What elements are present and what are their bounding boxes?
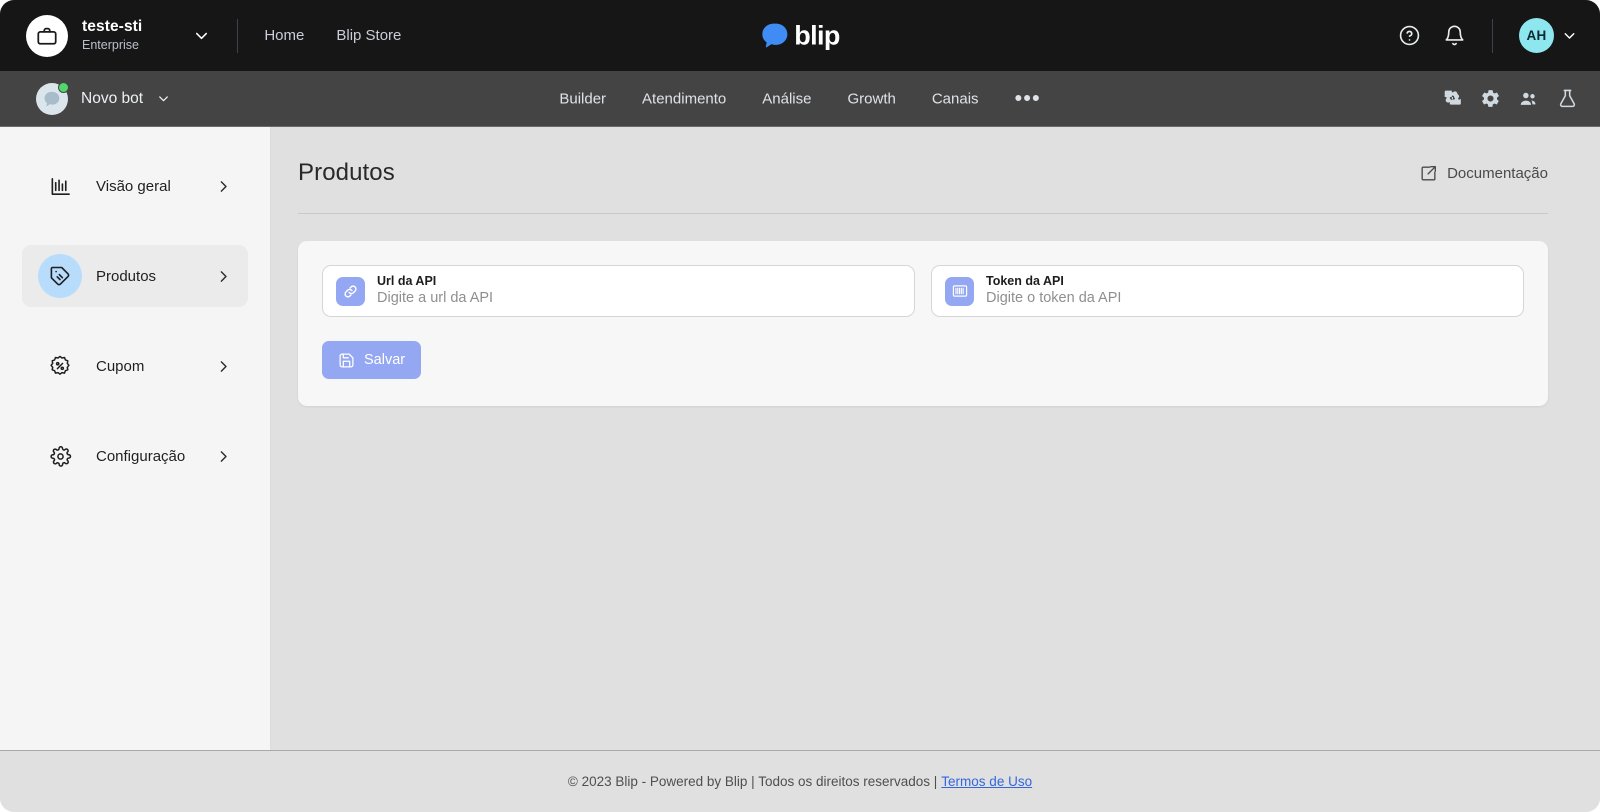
sidebar: Visão geral Produtos — [0, 127, 271, 750]
org-dropdown-caret[interactable] — [192, 26, 211, 45]
org-plan: Enterprise — [82, 38, 142, 52]
chevron-down-icon — [156, 91, 171, 106]
gear-settings-icon[interactable] — [1480, 88, 1501, 109]
chevron-right-icon — [215, 448, 232, 465]
avatar: AH — [1519, 18, 1554, 53]
main-content: Produtos Documentação — [271, 127, 1600, 750]
api-token-input[interactable]: Digite o token da API — [986, 290, 1121, 308]
header-actions: AH — [1398, 18, 1578, 53]
sidebar-item-label: Produtos — [96, 268, 215, 285]
organization-selector[interactable]: teste-sti Enterprise — [26, 15, 211, 57]
coupon-badge-percent-icon — [38, 344, 82, 388]
subnav-item-canais[interactable]: Canais — [932, 90, 979, 107]
help-icon[interactable] — [1398, 24, 1421, 47]
field-row: Url da API Digite a url da API — [322, 265, 1524, 317]
price-tag-icon — [38, 254, 82, 298]
api-token-texts: Token da API Digite o token da API — [986, 274, 1121, 308]
bot-nav-bar: Novo bot Builder Atendimento Análise Gro… — [0, 71, 1600, 127]
api-url-label: Url da API — [377, 274, 493, 289]
sidebar-item-produtos[interactable]: Produtos — [22, 245, 248, 307]
org-text: teste-sti Enterprise — [82, 18, 142, 52]
external-link-icon — [1419, 164, 1438, 183]
page-header: Produtos Documentação — [298, 159, 1548, 214]
save-button-label: Salvar — [364, 352, 405, 368]
link-icon — [336, 277, 365, 306]
api-url-input[interactable]: Digite a url da API — [377, 290, 493, 308]
notifications-bell-icon[interactable] — [1443, 24, 1466, 47]
header-divider — [237, 19, 238, 53]
header-divider-2 — [1492, 19, 1493, 53]
briefcase-icon — [36, 25, 58, 47]
chevron-right-icon — [215, 358, 232, 375]
subnav-item-atendimento[interactable]: Atendimento — [642, 90, 726, 107]
team-users-icon[interactable] — [1518, 88, 1540, 110]
barcode-icon — [945, 277, 974, 306]
documentation-link[interactable]: Documentação — [1419, 164, 1548, 183]
bot-selector[interactable]: Novo bot — [36, 83, 171, 115]
bot-online-indicator — [58, 82, 69, 93]
chevron-right-icon — [215, 178, 232, 195]
body: Visão geral Produtos — [0, 127, 1600, 750]
sidebar-item-label: Cupom — [96, 358, 215, 375]
footer: © 2023 Blip - Powered by Blip | Todos os… — [0, 750, 1600, 812]
sidebar-item-cupom[interactable]: Cupom — [22, 335, 248, 397]
sidebar-item-configuracao[interactable]: Configuração — [22, 425, 248, 487]
sidebar-item-label: Configuração — [96, 448, 215, 465]
api-url-field[interactable]: Url da API Digite a url da API — [322, 265, 915, 317]
bot-tools — [1442, 88, 1578, 110]
documentation-label: Documentação — [1447, 165, 1548, 182]
chevron-right-icon — [215, 268, 232, 285]
bot-avatar — [36, 83, 68, 115]
bot-nav-items: Builder Atendimento Análise Growth Canai… — [559, 90, 1040, 107]
sidebar-item-visao-geral[interactable]: Visão geral — [22, 155, 248, 217]
chevron-down-icon — [192, 26, 211, 45]
puzzle-extensions-icon[interactable] — [1442, 88, 1463, 109]
nav-link-home[interactable]: Home — [264, 27, 304, 44]
nav-link-blip-store[interactable]: Blip Store — [336, 27, 401, 44]
api-url-texts: Url da API Digite a url da API — [377, 274, 493, 308]
floppy-save-icon — [338, 352, 355, 369]
bot-name: Novo bot — [81, 90, 143, 108]
blip-bubble-logo — [44, 90, 61, 107]
org-avatar — [26, 15, 68, 57]
subnav-item-analise[interactable]: Análise — [762, 90, 811, 107]
app-window: teste-sti Enterprise Home Blip Store bli… — [0, 0, 1600, 812]
footer-text: © 2023 Blip - Powered by Blip | Todos os… — [568, 774, 937, 789]
blip-bubble-logo — [760, 21, 789, 50]
blip-logo[interactable]: blip — [760, 20, 840, 51]
api-token-label: Token da API — [986, 274, 1121, 289]
api-settings-card: Url da API Digite a url da API — [298, 241, 1548, 406]
bar-chart-icon — [38, 164, 82, 208]
sidebar-item-label: Visão geral — [96, 178, 215, 195]
lab-flask-icon[interactable] — [1557, 88, 1578, 109]
top-header: teste-sti Enterprise Home Blip Store bli… — [0, 0, 1600, 71]
chevron-down-icon — [1561, 27, 1578, 44]
page-title: Produtos — [298, 159, 395, 187]
subnav-item-growth[interactable]: Growth — [847, 90, 895, 107]
header-nav: Home Blip Store — [264, 27, 401, 44]
api-token-field[interactable]: Token da API Digite o token da API — [931, 265, 1524, 317]
org-name: teste-sti — [82, 18, 142, 36]
subnav-item-builder[interactable]: Builder — [559, 90, 606, 107]
save-button[interactable]: Salvar — [322, 341, 421, 379]
brand-text: blip — [794, 20, 840, 51]
gear-settings-icon — [38, 434, 82, 478]
terms-of-use-link[interactable]: Termos de Uso — [941, 774, 1032, 789]
user-menu[interactable]: AH — [1519, 18, 1578, 53]
subnav-more-button[interactable]: ••• — [1015, 94, 1041, 104]
